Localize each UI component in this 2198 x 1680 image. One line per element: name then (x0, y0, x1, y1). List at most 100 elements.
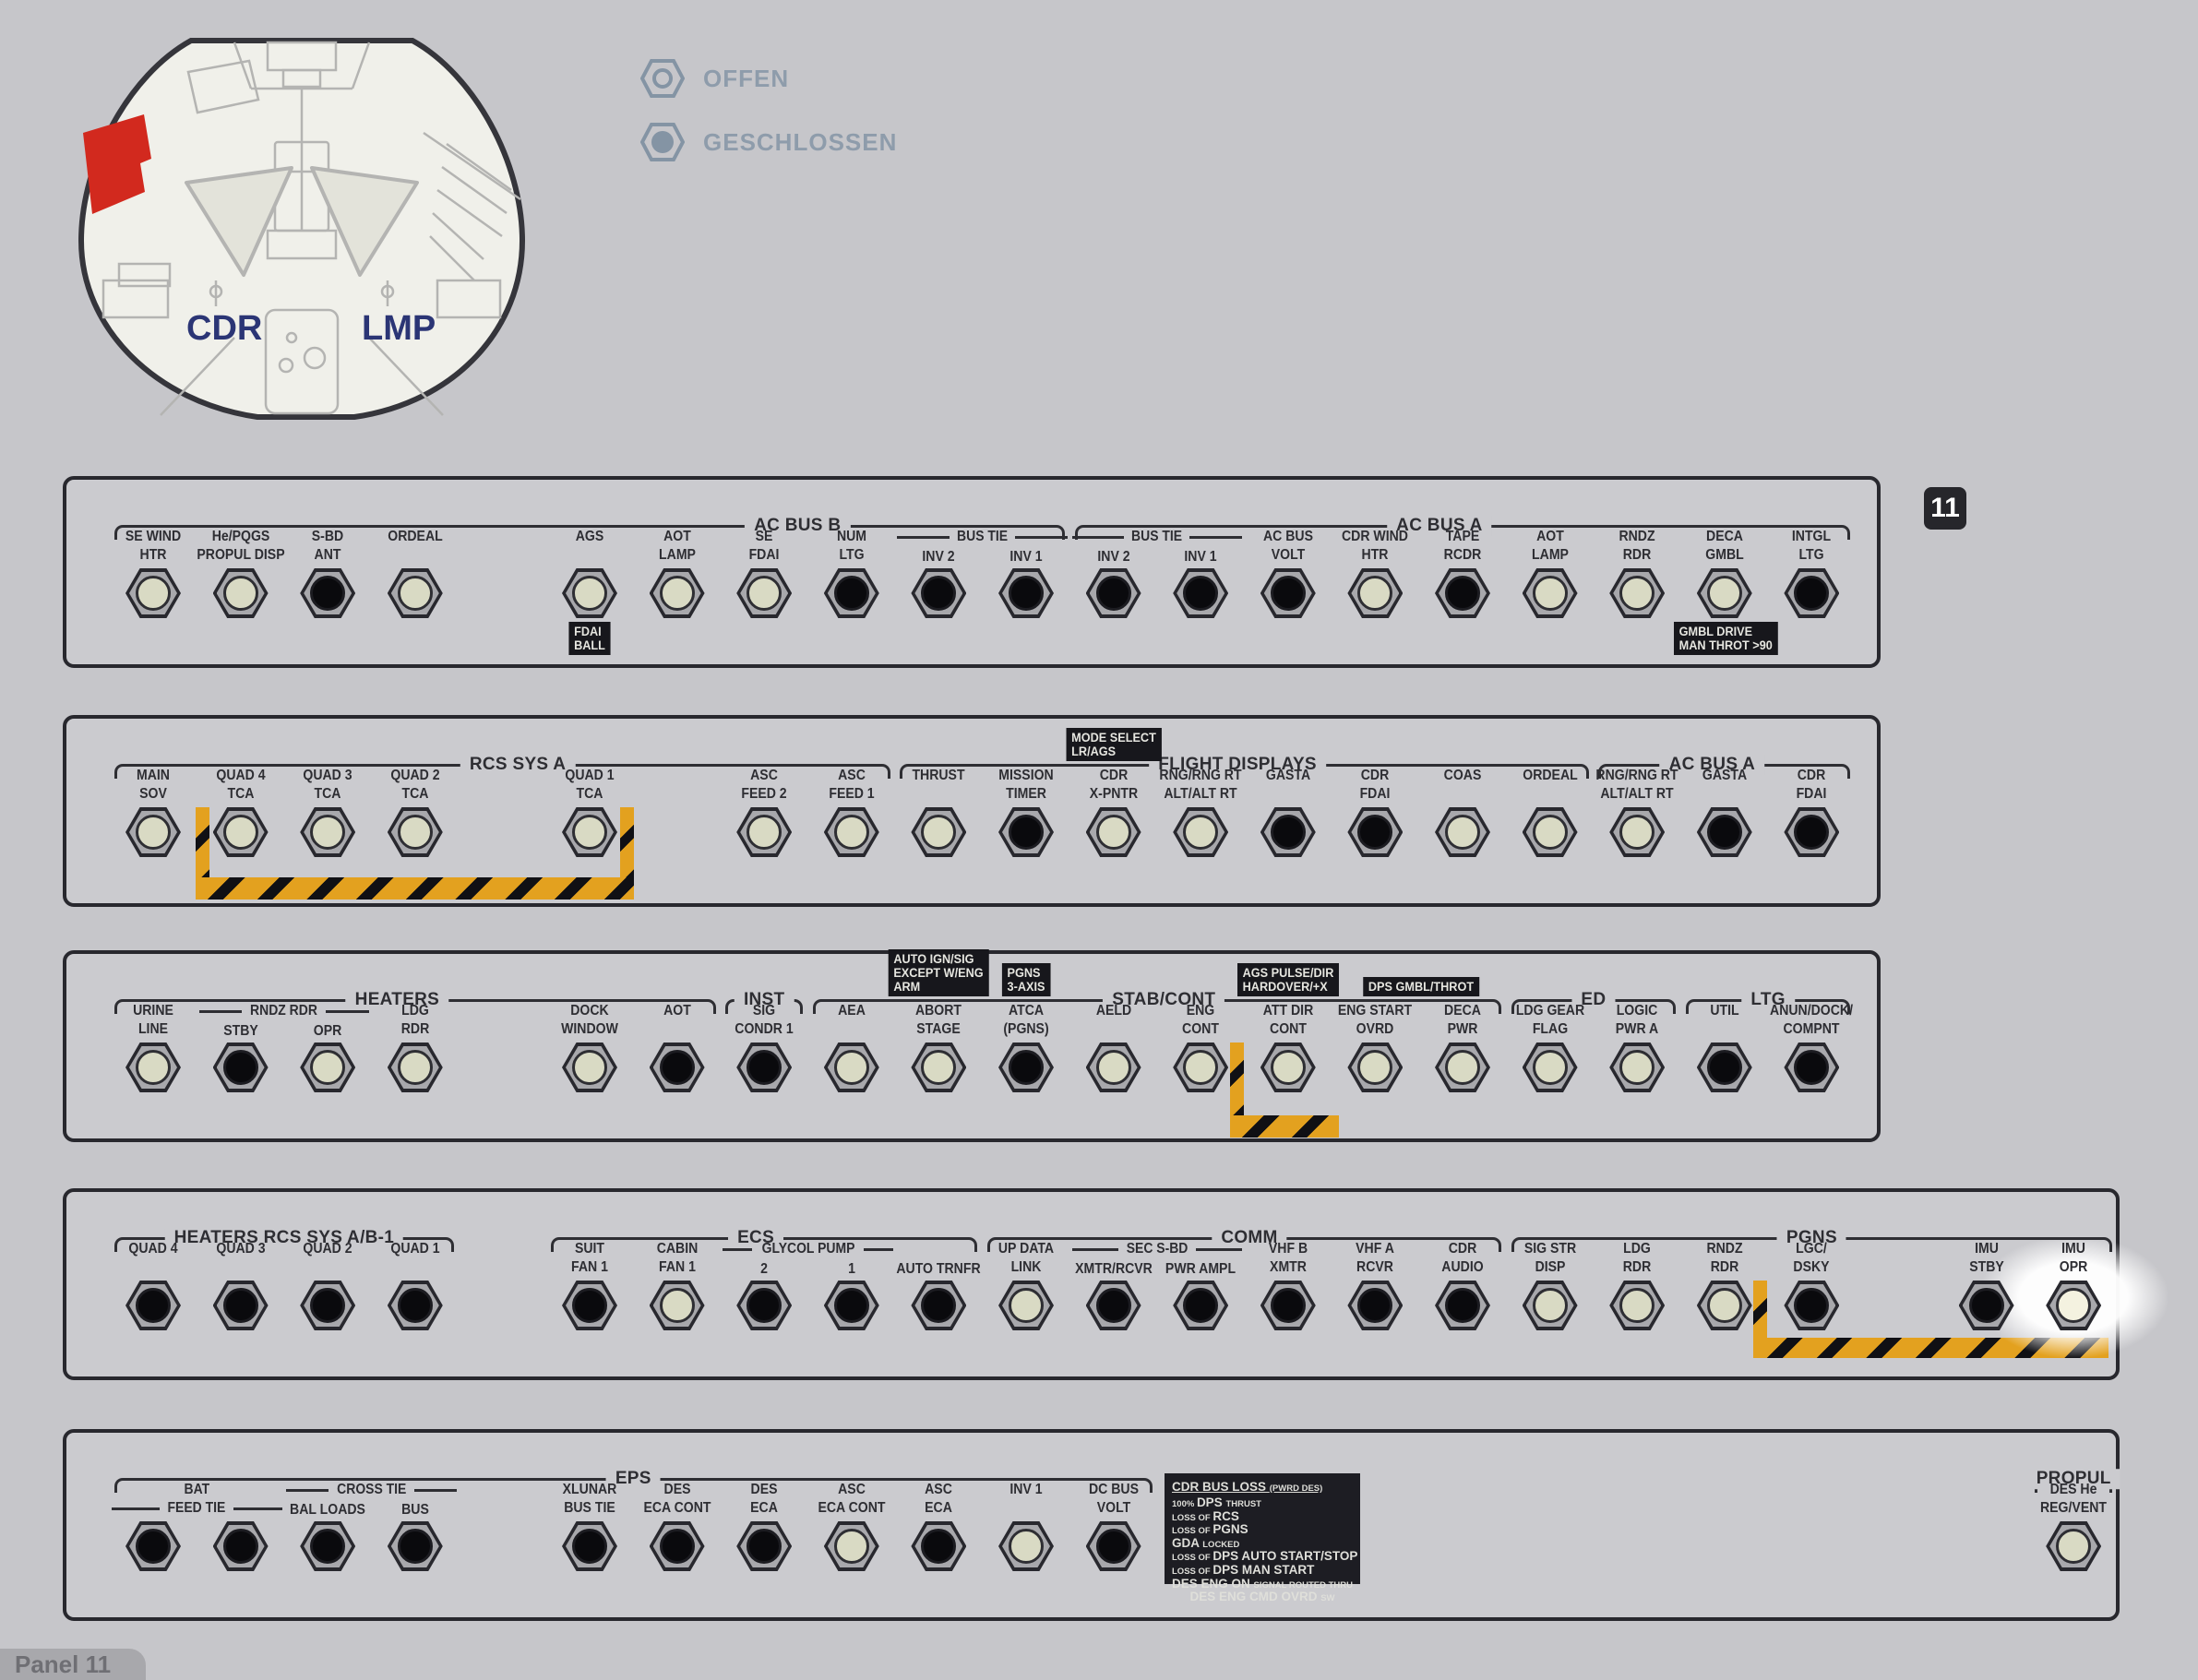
breaker-closed[interactable] (1784, 568, 1839, 618)
breaker-closed[interactable] (1086, 1281, 1141, 1330)
breaker-closed[interactable] (1784, 807, 1839, 857)
breaker-open[interactable] (213, 568, 269, 618)
breaker-closed[interactable] (1173, 1281, 1228, 1330)
breaker-open[interactable] (1523, 568, 1578, 618)
breaker-closed[interactable] (911, 1521, 966, 1571)
breaker-open[interactable] (1609, 1281, 1665, 1330)
breaker-open[interactable] (1086, 1043, 1141, 1092)
breaker-open[interactable] (1086, 807, 1141, 857)
breaker-open[interactable] (1435, 1043, 1490, 1092)
breaker-button (2056, 1529, 2091, 1564)
breaker-open[interactable] (300, 807, 355, 857)
breaker-open[interactable] (562, 568, 617, 618)
breaker-open[interactable] (736, 807, 792, 857)
breaker-open[interactable] (824, 1521, 879, 1571)
breaker-open[interactable] (911, 1043, 966, 1092)
breaker-closed[interactable] (388, 1521, 443, 1571)
breaker-open[interactable] (562, 807, 617, 857)
breaker-closed[interactable] (562, 1281, 617, 1330)
breaker-closed[interactable] (1784, 1281, 1839, 1330)
breaker-closed[interactable] (1260, 1281, 1316, 1330)
breaker-open[interactable] (388, 568, 443, 618)
breaker-open[interactable] (1609, 568, 1665, 618)
breaker-closed[interactable] (562, 1521, 617, 1571)
breaker-closed[interactable] (300, 568, 355, 618)
breaker-closed[interactable] (388, 1281, 443, 1330)
breaker-button (572, 1288, 607, 1323)
breaker-closed[interactable] (1173, 568, 1228, 618)
breaker-open[interactable] (824, 1043, 879, 1092)
breaker-closed[interactable] (998, 1043, 1054, 1092)
breaker-closed[interactable] (1697, 807, 1752, 857)
breaker-closed[interactable] (650, 1521, 705, 1571)
breaker-closed[interactable] (998, 568, 1054, 618)
breaker-open[interactable] (125, 568, 181, 618)
breaker-label: AELD (1067, 1002, 1159, 1041)
breaker-closed[interactable] (1086, 568, 1141, 618)
breaker-label: ASCECA (892, 1481, 985, 1519)
breaker-open[interactable] (1347, 568, 1403, 618)
breaker-open[interactable] (650, 1281, 705, 1330)
breaker-closed[interactable] (1260, 807, 1316, 857)
breaker-open[interactable] (998, 1281, 1054, 1330)
breaker-open[interactable] (125, 1043, 181, 1092)
breaker-closed[interactable] (1086, 1521, 1141, 1571)
breaker-open[interactable] (1173, 807, 1228, 857)
breaker-open[interactable] (1697, 568, 1752, 618)
breaker-closed[interactable] (125, 1281, 181, 1330)
breaker-closed[interactable] (736, 1521, 792, 1571)
breaker-open[interactable] (1435, 807, 1490, 857)
breaker-closed[interactable] (300, 1521, 355, 1571)
breaker-hex-body (828, 1284, 876, 1327)
breaker-open[interactable] (1697, 1281, 1752, 1330)
breaker-open[interactable] (213, 807, 269, 857)
breaker-open[interactable] (1347, 1043, 1403, 1092)
breaker-open[interactable] (824, 807, 879, 857)
breaker-open[interactable] (650, 568, 705, 618)
breaker-hex-body (1002, 572, 1050, 614)
breaker-closed[interactable] (300, 1281, 355, 1330)
breaker-hex-body (1787, 811, 1835, 853)
breaker-closed[interactable] (1347, 1281, 1403, 1330)
breaker-button (223, 1050, 258, 1085)
breaker-open[interactable] (1523, 1281, 1578, 1330)
breaker-hex-body (828, 1046, 876, 1089)
breaker-open[interactable] (1260, 1043, 1316, 1092)
breaker-closed[interactable] (1260, 568, 1316, 618)
breaker-open[interactable] (1609, 807, 1665, 857)
breaker-open[interactable] (562, 1043, 617, 1092)
breaker-closed[interactable] (213, 1043, 269, 1092)
breaker-open[interactable] (388, 807, 443, 857)
breaker-button (572, 1529, 607, 1564)
breaker-closed[interactable] (650, 1043, 705, 1092)
breaker-open[interactable] (736, 568, 792, 618)
breaker-closed[interactable] (1435, 568, 1490, 618)
breaker-open[interactable] (998, 1521, 1054, 1571)
breaker-open[interactable] (300, 1043, 355, 1092)
breaker-open[interactable] (125, 807, 181, 857)
breaker-open[interactable] (1523, 807, 1578, 857)
breaker-closed[interactable] (736, 1281, 792, 1330)
breaker-open[interactable] (1173, 1043, 1228, 1092)
breaker-label: AEA (806, 1002, 898, 1041)
breaker-closed[interactable] (911, 1281, 966, 1330)
breaker-closed[interactable] (1784, 1043, 1839, 1092)
breaker-open[interactable] (1609, 1043, 1665, 1092)
breaker-closed[interactable] (911, 568, 966, 618)
breaker-closed[interactable] (1697, 1043, 1752, 1092)
breaker-closed[interactable] (1347, 807, 1403, 857)
breaker-closed[interactable] (824, 1281, 879, 1330)
breaker-open[interactable] (388, 1043, 443, 1092)
breaker-open[interactable] (2046, 1521, 2101, 1571)
breaker-closed[interactable] (1435, 1281, 1490, 1330)
breaker-label: IMUOPR (2027, 1240, 2120, 1279)
breaker-closed[interactable] (125, 1521, 181, 1571)
breaker-open[interactable] (1523, 1043, 1578, 1092)
breaker-closed[interactable] (998, 807, 1054, 857)
breaker-closed[interactable] (213, 1521, 269, 1571)
breaker-open[interactable] (911, 807, 966, 857)
breaker-closed[interactable] (213, 1281, 269, 1330)
breaker-closed[interactable] (736, 1043, 792, 1092)
breaker-hex-body (129, 1525, 177, 1567)
breaker-closed[interactable] (824, 568, 879, 618)
